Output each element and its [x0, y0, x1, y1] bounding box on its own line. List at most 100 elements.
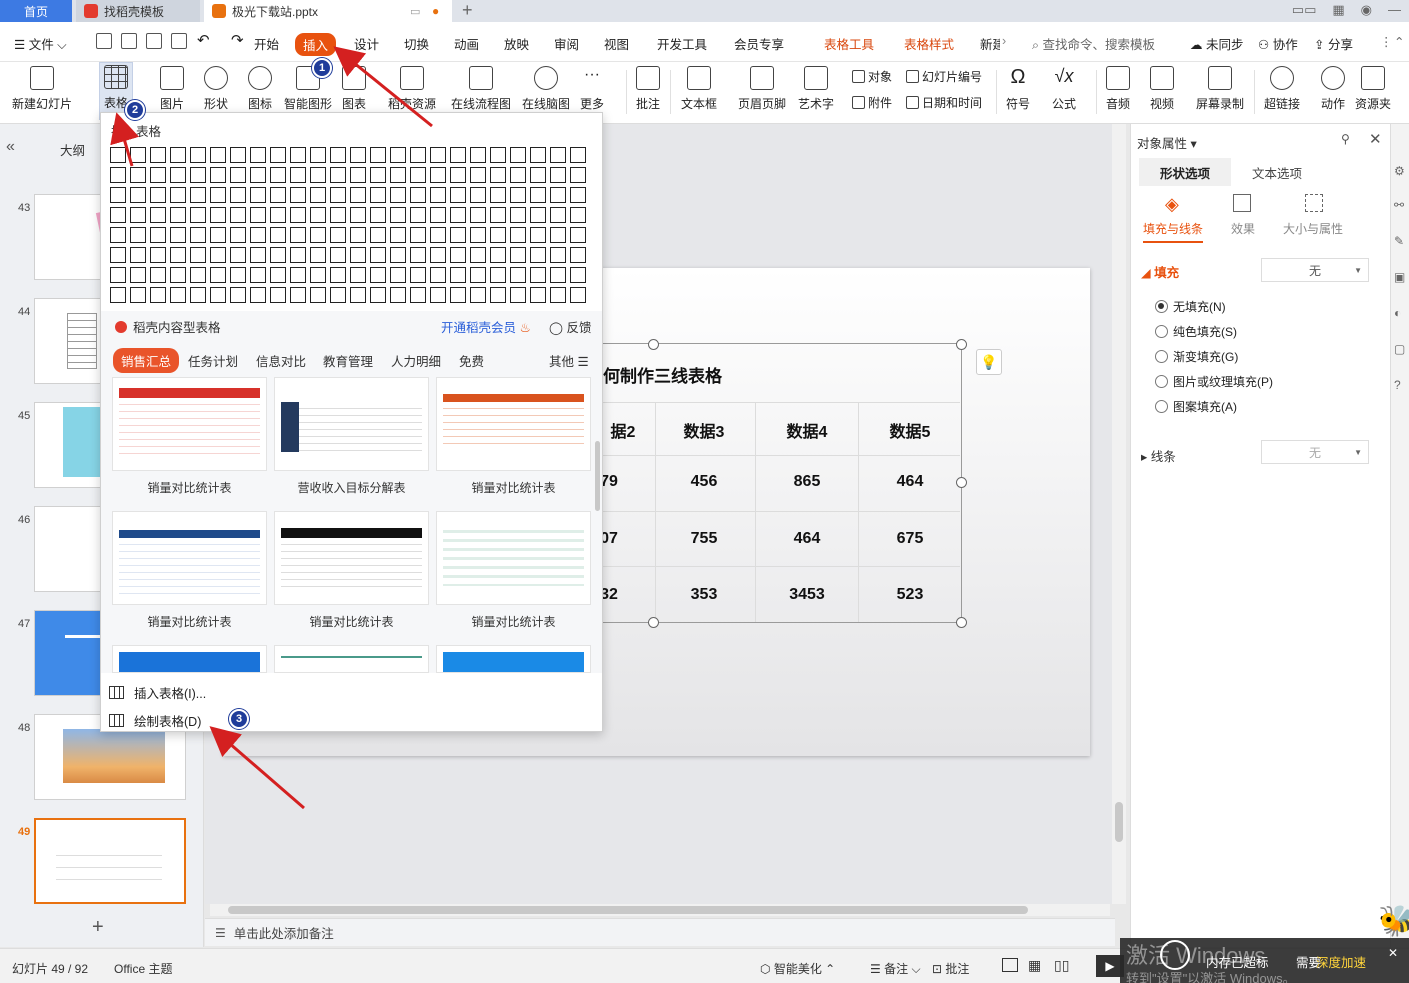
grid-cell[interactable]: [390, 167, 406, 183]
shape-button[interactable]: 形状: [204, 66, 228, 112]
grid-cell[interactable]: [370, 227, 386, 243]
grid-cell[interactable]: [310, 247, 326, 263]
grid-cell[interactable]: [330, 287, 346, 303]
resource-folder-button[interactable]: 资源夹: [1355, 66, 1391, 112]
slide-thumbnail-current[interactable]: [34, 818, 186, 904]
grid-cell[interactable]: [370, 287, 386, 303]
sorter-view-icon[interactable]: ▦: [1028, 957, 1041, 974]
resize-handle[interactable]: [956, 617, 967, 628]
grid-cell[interactable]: [570, 247, 586, 263]
template-card[interactable]: [112, 377, 267, 471]
redo-icon[interactable]: ↷: [231, 31, 244, 49]
template-card-label[interactable]: 销量对比统计表: [112, 613, 267, 630]
grid-cell[interactable]: [110, 247, 126, 263]
tool-icon[interactable]: ▢: [1394, 342, 1405, 356]
grid-cell[interactable]: [190, 267, 206, 283]
share-button[interactable]: ⇪ 分享: [1314, 34, 1353, 53]
grid-cell[interactable]: [470, 227, 486, 243]
tool-icon[interactable]: ✎: [1394, 234, 1404, 248]
close-icon[interactable]: ✕: [1369, 130, 1382, 148]
grid-cell[interactable]: [330, 247, 346, 263]
grid-cell[interactable]: [330, 267, 346, 283]
vertical-scrollbar[interactable]: [1112, 124, 1126, 904]
grid-cell[interactable]: [150, 207, 166, 223]
collab-button[interactable]: ⚇ 协作: [1258, 34, 1298, 53]
tab-info-compare[interactable]: 信息对比: [256, 351, 306, 370]
radio-pattern-fill[interactable]: 图案填充(A): [1155, 398, 1237, 415]
grid-cell[interactable]: [170, 287, 186, 303]
grid-cell[interactable]: [550, 227, 566, 243]
tab-shape-options[interactable]: 形状选项: [1139, 158, 1231, 186]
comment-button[interactable]: 批注: [636, 66, 660, 112]
grid-cell[interactable]: [390, 187, 406, 203]
grid-cell[interactable]: [170, 247, 186, 263]
grid-cell[interactable]: [450, 267, 466, 283]
datetime-button[interactable]: 日期和时间: [906, 94, 982, 111]
grid-cell[interactable]: [390, 287, 406, 303]
grid-cell[interactable]: [450, 287, 466, 303]
grid-cell[interactable]: [110, 187, 126, 203]
grid-cell[interactable]: [390, 247, 406, 263]
grid-cell[interactable]: [410, 227, 426, 243]
pin-icon[interactable]: ⚲: [1341, 132, 1350, 146]
docer-resource-button[interactable]: 稻壳资源: [388, 66, 436, 112]
grid-cell[interactable]: [290, 227, 306, 243]
effect-icon[interactable]: [1233, 194, 1251, 212]
grid-cell[interactable]: [190, 187, 206, 203]
tool-icon[interactable]: ▣: [1394, 270, 1405, 284]
grid-cell[interactable]: [490, 207, 506, 223]
tab-hr-detail[interactable]: 人力明细: [391, 351, 441, 370]
collapse-ribbon-icon[interactable]: ⌃: [1394, 34, 1404, 49]
preview-icon[interactable]: [171, 33, 187, 49]
grid-cell[interactable]: [270, 167, 286, 183]
grid-cell[interactable]: [470, 267, 486, 283]
grid-cell[interactable]: [210, 207, 226, 223]
grid-cell[interactable]: [390, 147, 406, 163]
grid-cell[interactable]: [450, 227, 466, 243]
menu-design[interactable]: 设计: [354, 34, 379, 53]
grid-cell[interactable]: [170, 207, 186, 223]
tab-text-options[interactable]: 文本选项: [1231, 158, 1323, 186]
grid-cell[interactable]: [270, 267, 286, 283]
table-cell[interactable]: 523: [860, 586, 960, 604]
grid-cell[interactable]: [190, 147, 206, 163]
grid-cell[interactable]: [510, 227, 526, 243]
fill-section-header[interactable]: ◢ 填充: [1141, 262, 1179, 281]
grid-cell[interactable]: [490, 187, 506, 203]
grid-cell[interactable]: [370, 267, 386, 283]
menu-member[interactable]: 会员专享: [734, 34, 784, 53]
grid-cell[interactable]: [570, 267, 586, 283]
grid-cell[interactable]: [550, 147, 566, 163]
grid-cell[interactable]: [470, 207, 486, 223]
menu-animation[interactable]: 动画: [454, 34, 479, 53]
tab-other[interactable]: 其他 ☰: [549, 351, 589, 370]
grid-cell[interactable]: [210, 167, 226, 183]
screen-record-button[interactable]: 屏幕录制: [1196, 66, 1244, 112]
grid-cell[interactable]: [510, 147, 526, 163]
menu-view[interactable]: 视图: [604, 34, 629, 53]
grid-cell[interactable]: [310, 227, 326, 243]
more-options-icon[interactable]: ⋮: [1380, 34, 1393, 49]
grid-cell[interactable]: [490, 287, 506, 303]
grid-cell[interactable]: [430, 147, 446, 163]
grid-cell[interactable]: [570, 227, 586, 243]
search-command[interactable]: ⌕ 查找命令、搜索模板: [1032, 34, 1155, 53]
tab-find-template[interactable]: 找稻壳模板: [76, 0, 200, 22]
grid-cell[interactable]: [290, 167, 306, 183]
grid-cell[interactable]: [190, 207, 206, 223]
grid-cell[interactable]: [470, 287, 486, 303]
template-card-label[interactable]: 销量对比统计表: [112, 479, 267, 496]
scrollbar-thumb[interactable]: [228, 906, 1028, 914]
radio-picture-fill[interactable]: 图片或纹理填充(P): [1155, 373, 1273, 390]
template-card[interactable]: [436, 377, 591, 471]
grid-cell[interactable]: [390, 267, 406, 283]
picture-button[interactable]: 图片: [160, 66, 184, 112]
more-button[interactable]: ··· 更多: [580, 66, 604, 112]
grid-cell[interactable]: [510, 187, 526, 203]
radio-no-fill[interactable]: 无填充(N): [1155, 298, 1226, 315]
grid-cell[interactable]: [230, 207, 246, 223]
grid-cell[interactable]: [270, 227, 286, 243]
grid-cell[interactable]: [470, 247, 486, 263]
grid-cell[interactable]: [310, 207, 326, 223]
grid-cell[interactable]: [350, 247, 366, 263]
